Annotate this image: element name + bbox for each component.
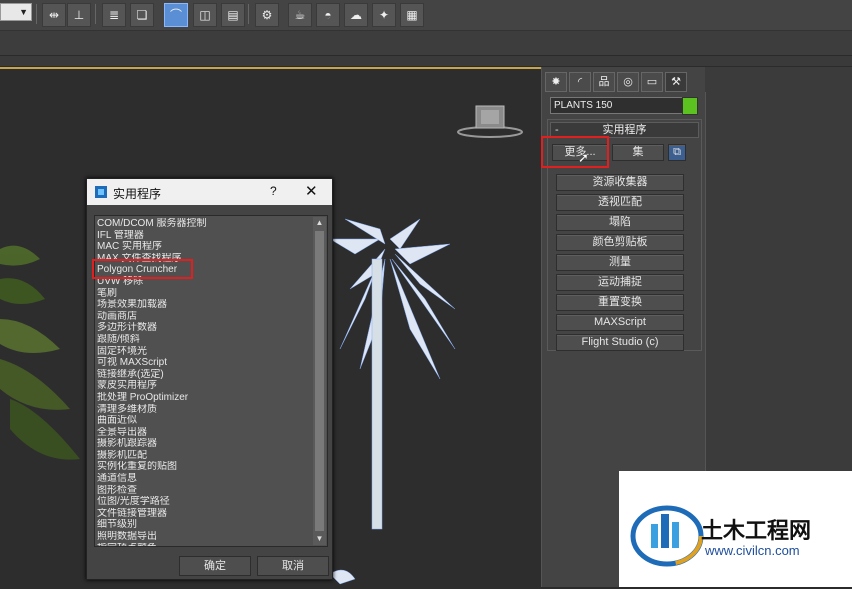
utilities-dialog: 实用程序 ? ✕ COM/DCOM 服务器控制 IFL 管理器 MAC 实用程序 MA… [86,178,333,580]
ok-button[interactable]: 确定 [179,556,251,576]
watermark: 土木工程网 www.civilcn.com [619,471,852,587]
list-item[interactable]: 笔刷 [97,288,311,300]
list-item[interactable]: 蒙皮实用程序 [97,380,311,392]
scroll-thumb[interactable] [315,231,324,531]
list-item[interactable]: COM/DCOM 服务器控制 [97,218,311,230]
main-toolbar: ▼ ⇹ ⊥ ≣ ❏ ⌒ ◫ ▤ ⚙ ☕ ◓ ☁ ✦ ▦ [0,0,852,31]
rollout-title: 实用程序 [602,124,647,136]
motion-icon[interactable]: ◎ [617,72,639,92]
schematic-view-icon[interactable]: ◫ [193,3,217,27]
scroll-up-icon[interactable]: ▲ [313,217,326,229]
watermark-brand: 土木工程网 [701,518,812,543]
list-item[interactable]: 通道信息 [97,473,311,485]
utility-button[interactable]: MAXScript [556,314,684,331]
close-button[interactable]: ✕ [305,182,318,200]
list-item[interactable]: 全景导出器 [97,427,311,439]
align-icon[interactable]: ⊥ [67,3,91,27]
list-item[interactable]: 文件链接管理器 [97,508,311,520]
cancel-button[interactable]: 取消 [257,556,329,576]
list-item[interactable]: 曲面近似 [97,415,311,427]
scroll-down-icon[interactable]: ▼ [313,533,326,545]
list-item[interactable]: 照明数据导出 [97,531,311,543]
utilities-rollout: - 实用程序 更多... 集 ⧉ ➚ 资源收集器 透视匹配 塌陷 颜色剪贴板 测量 运动捕… [541,119,702,351]
list-item[interactable]: 场景效果加载器 [97,299,311,311]
toolbar-separator [248,4,249,24]
utility-button[interactable]: 颜色剪贴板 [556,234,684,251]
display-icon[interactable]: ▭ [641,72,663,92]
selection-set-dropdown[interactable]: ▼ [0,3,32,21]
white-palm [329,218,456,585]
sets-button[interactable]: 集 [612,144,664,161]
utilities-icon[interactable]: ⚒ [665,72,687,92]
utility-button[interactable]: 运动捕捉 [556,274,684,291]
render-cloud-icon[interactable]: ☁ [344,3,368,27]
list-item[interactable]: 可视 MAXScript [97,357,311,369]
utility-button[interactable]: 测量 [556,254,684,271]
configure-sets-icon[interactable]: ⧉ [668,144,686,161]
list-item[interactable]: 位图/光度学路径 [97,496,311,508]
civilcn-logo-icon [630,505,704,567]
create-icon[interactable]: ✸ [545,72,567,92]
hierarchy-icon[interactable]: 品 [593,72,615,92]
rendered-frame-icon[interactable]: ☕ [288,3,312,27]
ribbon-divider [0,56,852,66]
scene-explorer-icon[interactable]: ❏ [130,3,154,27]
utility-button[interactable]: 透视匹配 [556,194,684,211]
plant-left [0,245,80,460]
render-setup-icon[interactable]: ⚙ [255,3,279,27]
list-item[interactable]: 摄影机跟踪器 [97,438,311,450]
render-frame-window-icon[interactable]: ▦ [400,3,424,27]
help-button[interactable]: ? [270,184,277,198]
render-active-icon[interactable]: ✦ [372,3,396,27]
toolbar-separator [36,4,37,24]
render-icon[interactable]: ◓ [316,3,340,27]
list-item[interactable]: 跟随/倾斜 [97,334,311,346]
utility-button[interactable]: 重置变换 [556,294,684,311]
watermark-url: www.civilcn.com [705,543,800,558]
chevron-down-icon: ▼ [19,7,28,17]
list-item[interactable]: 批处理 ProOptimizer [97,392,311,404]
list-item[interactable]: MAC 实用程序 [97,241,311,253]
list-item[interactable]: 实例化重复的贴图 [97,461,311,473]
list-item[interactable]: 多边形计数器 [97,322,311,334]
modify-icon[interactable]: ◜ [569,72,591,92]
rollout-collapse-icon[interactable]: - [555,123,559,137]
list-item[interactable]: 动画商店 [97,311,311,323]
mouse-cursor-icon: ➚ [578,150,589,165]
list-scrollbar[interactable]: ▲ ▼ [313,217,326,545]
list-item[interactable]: 链接继承(选定) [97,369,311,381]
mirror-icon[interactable]: ⇹ [42,3,66,27]
highlight-more-button [541,136,609,168]
layer-manager-icon[interactable]: ≣ [102,3,126,27]
ribbon-bar [0,31,852,56]
list-item[interactable]: 细节级别 [97,519,311,531]
dialog-title: 实用程序 [113,187,162,201]
viewcube-icon [457,105,523,138]
list-item[interactable]: 摄影机匹配 [97,450,311,462]
list-item[interactable]: 固定环境光 [97,346,311,358]
curve-editor-icon[interactable]: ⌒ [164,3,188,27]
utility-button[interactable]: 资源收集器 [556,174,684,191]
list-item[interactable]: 清理多维材质 [97,404,311,416]
utility-button[interactable]: Flight Studio (c) [556,334,684,351]
list-item[interactable]: 指定顶点颜色 [97,543,311,546]
toolbar-separator [95,4,96,24]
material-editor-icon[interactable]: ▤ [221,3,245,27]
list-item[interactable]: 图形检查 [97,485,311,497]
dialog-titlebar: 实用程序 ? ✕ [87,179,332,205]
list-item[interactable]: IFL 管理器 [97,230,311,242]
highlight-polygon-cruncher [92,259,193,279]
app-logo-icon [95,186,107,198]
utility-button[interactable]: 塌陷 [556,214,684,231]
object-name-field[interactable]: PLANTS 150 [550,97,683,114]
object-color-swatch[interactable] [682,97,698,115]
